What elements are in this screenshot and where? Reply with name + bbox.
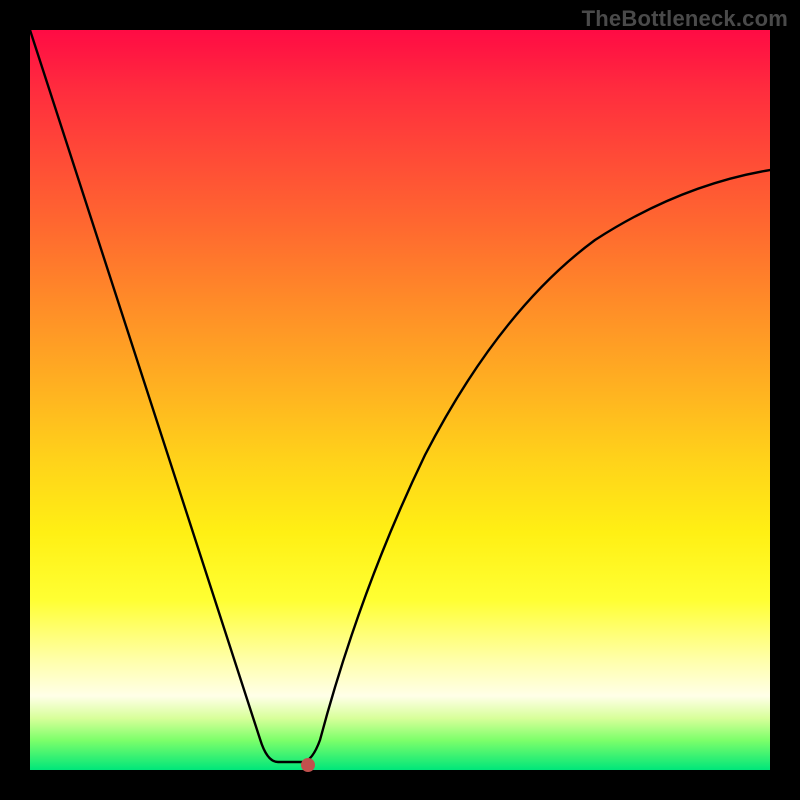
curve-path — [30, 30, 770, 762]
plot-area — [30, 30, 770, 770]
optimal-point-marker — [301, 758, 315, 772]
bottleneck-curve — [30, 30, 770, 770]
chart-frame: TheBottleneck.com — [0, 0, 800, 800]
watermark-text: TheBottleneck.com — [582, 6, 788, 32]
